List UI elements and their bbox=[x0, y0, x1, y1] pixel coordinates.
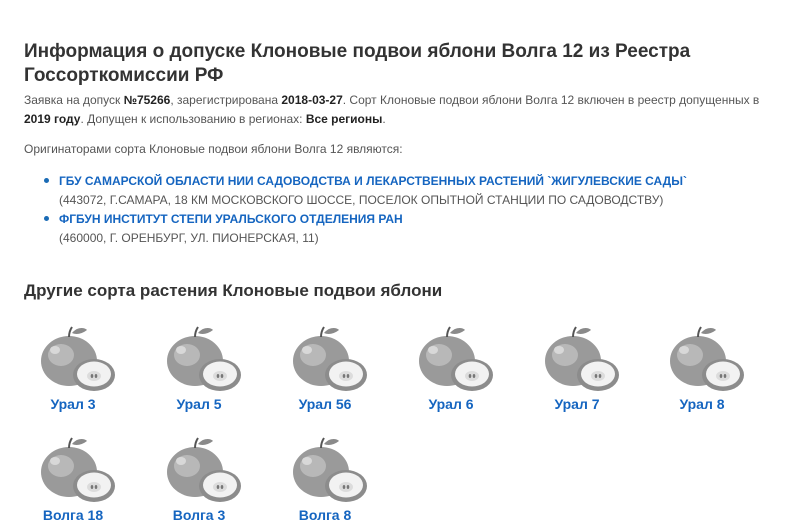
summary-text-1: Заявка на допуск bbox=[24, 93, 124, 107]
application-number: №75266 bbox=[123, 93, 171, 107]
variety-link[interactable]: Урал 3 bbox=[19, 396, 127, 412]
bullet-icon bbox=[44, 216, 49, 221]
variety-link[interactable]: Урал 8 bbox=[648, 396, 756, 412]
variety-card[interactable]: Урал 8 bbox=[648, 323, 756, 412]
apple-icon bbox=[166, 326, 242, 392]
originator-item: ФГБУН ИНСТИТУТ СТЕПИ УРАЛЬСКОГО ОТДЕЛЕНИ… bbox=[44, 210, 687, 248]
variety-link[interactable]: Урал 56 bbox=[271, 396, 379, 412]
other-varieties-title: Другие сорта растения Клоновые подвои яб… bbox=[24, 281, 443, 300]
summary-text-3: . Сорт Клоновые подвои яблони Волга 12 в… bbox=[342, 93, 760, 107]
page-title: Информация о допуске Клоновые подвои ябл… bbox=[24, 41, 691, 86]
variety-card[interactable]: Урал 5 bbox=[145, 323, 253, 412]
apple-icon bbox=[292, 326, 368, 392]
variety-link[interactable]: Урал 5 bbox=[145, 396, 253, 412]
variety-card[interactable]: Волга 18 bbox=[19, 434, 127, 523]
variety-card[interactable]: Урал 6 bbox=[397, 323, 505, 412]
apple-icon bbox=[292, 437, 368, 503]
originators-heading: Оригинаторами сорта Клоновые подвои ябло… bbox=[24, 142, 403, 156]
variety-card[interactable]: Урал 56 bbox=[271, 323, 379, 412]
bullet-icon bbox=[44, 178, 49, 183]
originators-list: ГБУ САМАРСКОЙ ОБЛАСТИ НИИ САДОВОДСТВА И … bbox=[44, 172, 687, 248]
apple-icon bbox=[40, 326, 116, 392]
variety-card[interactable]: Урал 3 bbox=[19, 323, 127, 412]
variety-link[interactable]: Волга 3 bbox=[145, 507, 253, 523]
summary-text-5: . bbox=[382, 112, 386, 126]
variety-link[interactable]: Урал 6 bbox=[397, 396, 505, 412]
originator-link[interactable]: ФГБУН ИНСТИТУТ СТЕПИ УРАЛЬСКОГО ОТДЕЛЕНИ… bbox=[59, 210, 687, 229]
variety-card[interactable]: Волга 8 bbox=[271, 434, 379, 523]
originator-address: (443072, Г.САМАРА, 18 КМ МОСКОВСКОГО ШОС… bbox=[59, 193, 664, 207]
originator-link[interactable]: ГБУ САМАРСКОЙ ОБЛАСТИ НИИ САДОВОДСТВА И … bbox=[59, 172, 687, 191]
variety-card[interactable]: Волга 3 bbox=[145, 434, 253, 523]
apple-icon bbox=[166, 437, 242, 503]
apple-icon bbox=[669, 326, 745, 392]
summary-text-4: . Допущен к использованию в регионах: bbox=[80, 112, 306, 126]
variety-card[interactable]: Урал 7 bbox=[523, 323, 631, 412]
variety-link[interactable]: Волга 8 bbox=[271, 507, 379, 523]
apple-icon bbox=[544, 326, 620, 392]
approval-summary: Заявка на допуск №75266, зарегистрирован… bbox=[24, 91, 764, 129]
registration-date: 2018-03-27 bbox=[281, 93, 343, 107]
variety-link[interactable]: Урал 7 bbox=[523, 396, 631, 412]
approved-regions: Все регионы bbox=[305, 112, 383, 126]
summary-text-2: , зарегистрирована bbox=[170, 93, 282, 107]
originator-item: ГБУ САМАРСКОЙ ОБЛАСТИ НИИ САДОВОДСТВА И … bbox=[44, 172, 687, 210]
variety-link[interactable]: Волга 18 bbox=[19, 507, 127, 523]
approval-year: 2019 году bbox=[24, 112, 81, 126]
apple-icon bbox=[40, 437, 116, 503]
apple-icon bbox=[418, 326, 494, 392]
originator-address: (460000, Г. ОРЕНБУРГ, УЛ. ПИОНЕРСКАЯ, 11… bbox=[59, 231, 319, 245]
